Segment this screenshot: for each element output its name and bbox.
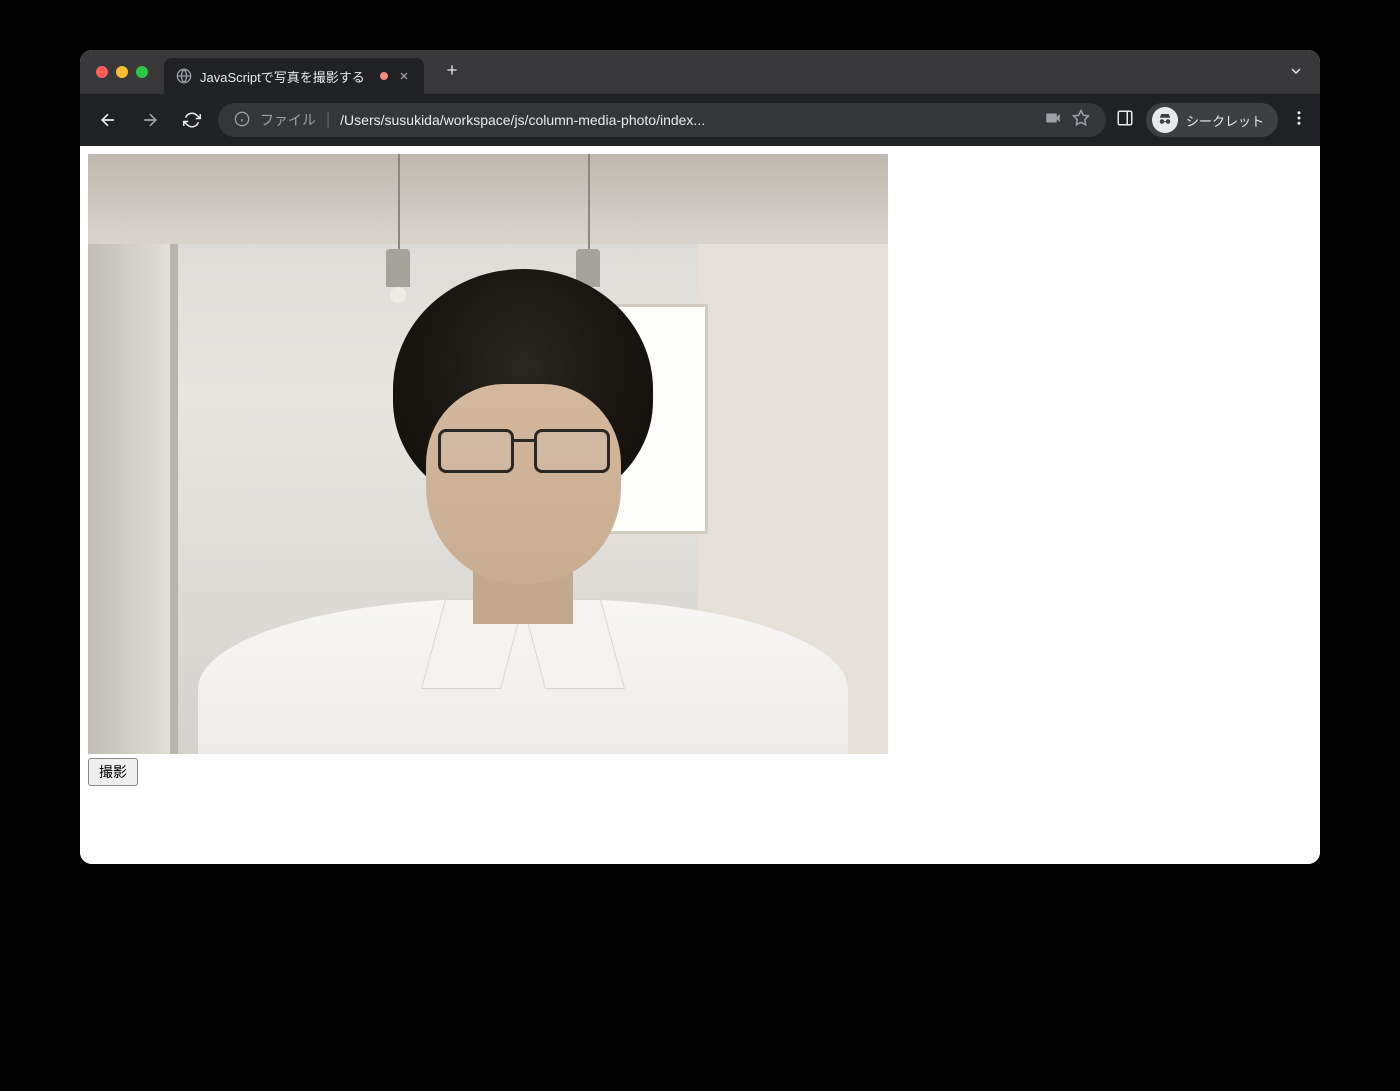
traffic-lights	[96, 66, 148, 78]
tab-list-dropdown[interactable]	[1288, 63, 1304, 82]
toolbar-right: シークレット	[1116, 103, 1308, 137]
side-panel-icon[interactable]	[1116, 109, 1134, 132]
titlebar: JavaScriptで写真を撮影する	[80, 50, 1320, 94]
browser-tab[interactable]: JavaScriptで写真を撮影する	[164, 58, 424, 94]
incognito-badge[interactable]: シークレット	[1146, 103, 1278, 137]
browser-menu-button[interactable]	[1290, 109, 1308, 132]
browser-window: JavaScriptで写真を撮影する ファイル | /	[80, 50, 1320, 864]
forward-button[interactable]	[134, 104, 166, 136]
url-scheme-label: ファイル	[260, 110, 316, 130]
url-divider: |	[326, 111, 330, 129]
window-maximize-button[interactable]	[136, 66, 148, 78]
camera-permission-icon[interactable]	[1044, 109, 1062, 132]
new-tab-button[interactable]	[444, 61, 460, 84]
page-content: 撮影	[80, 146, 1320, 864]
globe-icon	[176, 68, 192, 84]
site-info-icon[interactable]	[234, 111, 250, 130]
webcam-video	[88, 154, 888, 754]
capture-button[interactable]: 撮影	[88, 758, 138, 786]
address-bar[interactable]: ファイル | /Users/susukida/workspace/js/colu…	[218, 103, 1106, 137]
toolbar: ファイル | /Users/susukida/workspace/js/colu…	[80, 94, 1320, 146]
reload-button[interactable]	[176, 104, 208, 136]
recording-indicator-icon	[380, 72, 388, 80]
incognito-label: シークレット	[1186, 111, 1264, 130]
incognito-icon	[1152, 107, 1178, 133]
bookmark-star-icon[interactable]	[1072, 109, 1090, 132]
window-minimize-button[interactable]	[116, 66, 128, 78]
tab-close-button[interactable]	[396, 68, 412, 84]
back-button[interactable]	[92, 104, 124, 136]
url-path: /Users/susukida/workspace/js/column-medi…	[340, 112, 1034, 128]
window-close-button[interactable]	[96, 66, 108, 78]
tab-title: JavaScriptで写真を撮影する	[200, 67, 372, 86]
